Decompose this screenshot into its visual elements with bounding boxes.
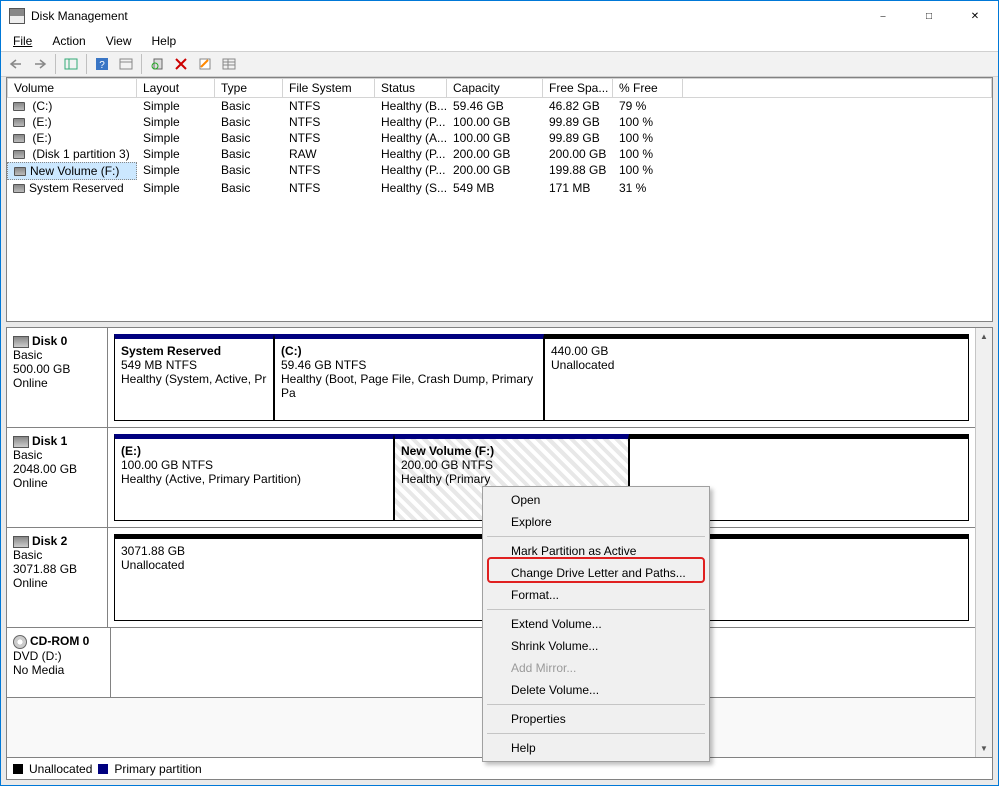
partition[interactable]: System Reserved549 MB NTFSHealthy (Syste… — [114, 334, 274, 421]
col-type[interactable]: Type — [215, 78, 283, 98]
context-menu-item[interactable]: Open — [485, 489, 707, 511]
disk-row: Disk 0Basic500.00 GBOnlineSystem Reserve… — [7, 328, 975, 428]
legend-unalloc-label: Unallocated — [29, 762, 92, 776]
volume-row[interactable]: New Volume (F:)SimpleBasicNTFSHealthy (P… — [7, 162, 992, 180]
legend-unalloc-swatch — [13, 764, 23, 774]
partition[interactable]: (E:)100.00 GB NTFSHealthy (Active, Prima… — [114, 434, 394, 521]
context-menu-item[interactable]: Format... — [485, 584, 707, 606]
context-menu-item[interactable]: Properties — [485, 708, 707, 730]
hdd-icon — [13, 436, 29, 448]
volume-list[interactable]: Volume Layout Type File System Status Ca… — [6, 77, 993, 322]
disk-management-window: Disk Management – □ ✕ File Action View H… — [0, 0, 999, 786]
partition[interactable]: 440.00 GBUnallocated — [544, 334, 969, 421]
col-pctfree[interactable]: % Free — [613, 78, 683, 98]
delete-button[interactable] — [170, 53, 192, 75]
hdd-icon — [13, 536, 29, 548]
svg-text:?: ? — [99, 60, 105, 71]
context-menu-item[interactable]: Change Drive Letter and Paths... — [485, 562, 707, 584]
app-icon — [9, 8, 25, 24]
scrollbar[interactable]: ▲ ▼ — [975, 328, 992, 757]
menu-file[interactable]: File — [5, 33, 40, 49]
legend-primary-swatch — [98, 764, 108, 774]
partition[interactable]: (C:)59.46 GB NTFSHealthy (Boot, Page Fil… — [274, 334, 544, 421]
menu-action[interactable]: Action — [44, 33, 93, 49]
disk-header[interactable]: Disk 1Basic2048.00 GBOnline — [7, 428, 108, 527]
volume-icon — [13, 184, 25, 193]
volume-icon — [13, 150, 25, 159]
col-filesystem[interactable]: File System — [283, 78, 375, 98]
close-button[interactable]: ✕ — [952, 1, 998, 31]
context-menu: OpenExplore Mark Partition as ActiveChang… — [482, 486, 710, 762]
hdd-icon — [13, 336, 29, 348]
disk-header[interactable]: CD-ROM 0DVD (D:)No Media — [7, 628, 111, 697]
menubar: File Action View Help — [1, 31, 998, 51]
context-menu-item[interactable]: Shrink Volume... — [485, 635, 707, 657]
volume-icon — [14, 167, 26, 176]
col-layout[interactable]: Layout — [137, 78, 215, 98]
scroll-down-icon[interactable]: ▼ — [976, 740, 992, 757]
context-menu-item[interactable]: Mark Partition as Active — [485, 540, 707, 562]
refresh-button[interactable] — [146, 53, 168, 75]
col-status[interactable]: Status — [375, 78, 447, 98]
volume-row[interactable]: (E:)SimpleBasicNTFSHealthy (P...100.00 G… — [7, 114, 992, 130]
volume-list-header: Volume Layout Type File System Status Ca… — [7, 78, 992, 98]
context-menu-item[interactable]: Help — [485, 737, 707, 759]
menu-view[interactable]: View — [98, 33, 140, 49]
titlebar[interactable]: Disk Management – □ ✕ — [1, 1, 998, 31]
context-menu-item: Add Mirror... — [485, 657, 707, 679]
scroll-up-icon[interactable]: ▲ — [976, 328, 992, 345]
maximize-button[interactable]: □ — [906, 1, 952, 31]
forward-button[interactable] — [29, 53, 51, 75]
list-button[interactable] — [218, 53, 240, 75]
volume-row[interactable]: System ReservedSimpleBasicNTFSHealthy (S… — [7, 180, 992, 196]
back-button[interactable] — [5, 53, 27, 75]
volume-icon — [13, 118, 25, 127]
col-volume[interactable]: Volume — [7, 78, 137, 98]
volume-icon — [13, 134, 25, 143]
window-title: Disk Management — [31, 9, 860, 23]
settings-button[interactable] — [115, 53, 137, 75]
disk-header[interactable]: Disk 2Basic3071.88 GBOnline — [7, 528, 108, 627]
volume-row[interactable]: (C:)SimpleBasicNTFSHealthy (B...59.46 GB… — [7, 98, 992, 114]
context-menu-item[interactable]: Explore — [485, 511, 707, 533]
volume-row[interactable]: (E:)SimpleBasicNTFSHealthy (A...100.00 G… — [7, 130, 992, 146]
dvd-icon — [13, 635, 27, 649]
toolbar: ? — [1, 51, 998, 77]
show-hide-button[interactable] — [60, 53, 82, 75]
col-freespace[interactable]: Free Spa... — [543, 78, 613, 98]
disk-body: System Reserved549 MB NTFSHealthy (Syste… — [108, 328, 975, 427]
volume-icon — [13, 102, 25, 111]
legend-primary-label: Primary partition — [114, 762, 201, 776]
minimize-button[interactable]: – — [860, 1, 906, 31]
volume-row[interactable]: (Disk 1 partition 3)SimpleBasicRAWHealth… — [7, 146, 992, 162]
help-button[interactable]: ? — [91, 53, 113, 75]
menu-help[interactable]: Help — [144, 33, 185, 49]
properties-button[interactable] — [194, 53, 216, 75]
disk-header[interactable]: Disk 0Basic500.00 GBOnline — [7, 328, 108, 427]
context-menu-item[interactable]: Extend Volume... — [485, 613, 707, 635]
context-menu-item[interactable]: Delete Volume... — [485, 679, 707, 701]
col-capacity[interactable]: Capacity — [447, 78, 543, 98]
